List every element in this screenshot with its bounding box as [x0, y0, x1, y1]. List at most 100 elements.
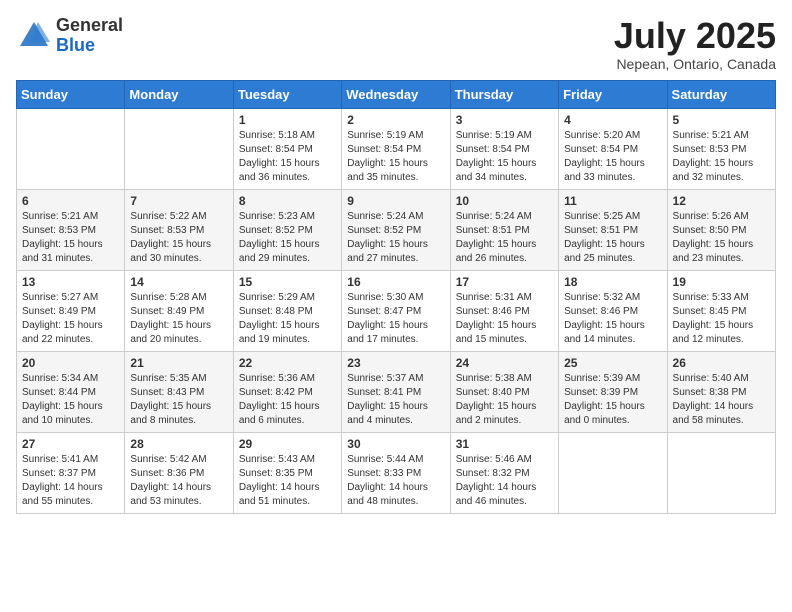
- calendar-cell: 25 Sunrise: 5:39 AMSunset: 8:39 PMDayligh…: [559, 351, 667, 432]
- logo-general-text: General: [56, 16, 123, 36]
- day-number: 7: [130, 194, 227, 208]
- day-number: 9: [347, 194, 444, 208]
- calendar-cell: 16Sunrise: 5:30 AMSunset: 8:47 PMDayligh…: [342, 270, 450, 351]
- day-info: Sunrise: 5:46 AMSunset: 8:32 PMDaylight:…: [456, 453, 553, 509]
- day-number: 4: [564, 113, 661, 127]
- day-info: Sunrise: 5:18 AMSunset: 8:54 PMDaylight:…: [239, 129, 336, 185]
- calendar-cell: 14 Sunrise: 5:28 AMSunset: 8:49 PMDayligh…: [125, 270, 233, 351]
- day-number: 12: [673, 194, 770, 208]
- day-info: Sunrise: 5:19 AMSunset: 8:54 PMDaylight:…: [456, 129, 553, 185]
- calendar-cell: 20Sunrise: 5:34 AMSunset: 8:44 PMDayligh…: [17, 351, 125, 432]
- calendar-cell: [667, 432, 775, 513]
- day-number: 27: [22, 437, 119, 451]
- day-number: 13: [22, 275, 119, 289]
- weekday-header-monday: Monday: [125, 80, 233, 108]
- calendar-cell: 28Sunrise: 5:42 AMSunset: 8:36 PMDayligh…: [125, 432, 233, 513]
- calendar-cell: 2 Sunrise: 5:19 AMSunset: 8:54 PMDaylight…: [342, 108, 450, 189]
- day-info: Sunrise: 5:41 AMSunset: 8:37 PMDaylight:…: [22, 453, 119, 509]
- calendar-cell: 17 Sunrise: 5:31 AMSunset: 8:46 PMDayligh…: [450, 270, 558, 351]
- logo-blue-text: Blue: [56, 36, 123, 56]
- day-number: 20: [22, 356, 119, 370]
- day-number: 31: [456, 437, 553, 451]
- day-number: 5: [673, 113, 770, 127]
- calendar-cell: 1Sunrise: 5:18 AMSunset: 8:54 PMDaylight…: [233, 108, 341, 189]
- day-info: Sunrise: 5:44 AMSunset: 8:33 PMDaylight:…: [347, 453, 444, 509]
- day-info: Sunrise: 5:42 AMSunset: 8:36 PMDaylight:…: [130, 453, 227, 509]
- day-info: Sunrise: 5:20 AMSunset: 8:54 PMDaylight:…: [564, 129, 661, 185]
- logo: General Blue: [16, 16, 123, 56]
- day-number: 26: [673, 356, 770, 370]
- calendar-week-5: 27 Sunrise: 5:41 AMSunset: 8:37 PMDayligh…: [17, 432, 776, 513]
- calendar-cell: [125, 108, 233, 189]
- day-info: Sunrise: 5:31 AMSunset: 8:46 PMDaylight:…: [456, 291, 553, 347]
- calendar-cell: [17, 108, 125, 189]
- calendar-cell: 29 Sunrise: 5:43 AMSunset: 8:35 PMDayligh…: [233, 432, 341, 513]
- calendar-cell: 10Sunrise: 5:24 AMSunset: 8:51 PMDayligh…: [450, 189, 558, 270]
- day-info: Sunrise: 5:27 AMSunset: 8:49 PMDaylight:…: [22, 291, 119, 347]
- day-info: Sunrise: 5:28 AMSunset: 8:49 PMDaylight:…: [130, 291, 227, 347]
- logo-icon: [16, 18, 52, 54]
- calendar-week-3: 13 Sunrise: 5:27 AMSunset: 8:49 PMDayligh…: [17, 270, 776, 351]
- logo-text: General Blue: [56, 16, 123, 56]
- calendar-cell: 7Sunrise: 5:22 AMSunset: 8:53 PMDaylight…: [125, 189, 233, 270]
- day-number: 24: [456, 356, 553, 370]
- calendar-cell: 18 Sunrise: 5:32 AMSunset: 8:46 PMDayligh…: [559, 270, 667, 351]
- day-number: 16: [347, 275, 444, 289]
- day-number: 18: [564, 275, 661, 289]
- day-info: Sunrise: 5:21 AMSunset: 8:53 PMDaylight:…: [673, 129, 770, 185]
- day-info: Sunrise: 5:38 AMSunset: 8:40 PMDaylight:…: [456, 372, 553, 428]
- day-info: Sunrise: 5:36 AMSunset: 8:42 PMDaylight:…: [239, 372, 336, 428]
- day-number: 23: [347, 356, 444, 370]
- calendar-cell: 12 Sunrise: 5:26 AMSunset: 8:50 PMDayligh…: [667, 189, 775, 270]
- calendar-cell: 9Sunrise: 5:24 AMSunset: 8:52 PMDaylight…: [342, 189, 450, 270]
- day-number: 14: [130, 275, 227, 289]
- calendar-cell: 30Sunrise: 5:44 AMSunset: 8:33 PMDayligh…: [342, 432, 450, 513]
- day-info: Sunrise: 5:33 AMSunset: 8:45 PMDaylight:…: [673, 291, 770, 347]
- day-info: Sunrise: 5:25 AMSunset: 8:51 PMDaylight:…: [564, 210, 661, 266]
- calendar-cell: 26Sunrise: 5:40 AMSunset: 8:38 PMDayligh…: [667, 351, 775, 432]
- weekday-header-wednesday: Wednesday: [342, 80, 450, 108]
- calendar-cell: 22 Sunrise: 5:36 AMSunset: 8:42 PMDayligh…: [233, 351, 341, 432]
- day-number: 8: [239, 194, 336, 208]
- day-info: Sunrise: 5:19 AMSunset: 8:54 PMDaylight:…: [347, 129, 444, 185]
- calendar-cell: 6 Sunrise: 5:21 AMSunset: 8:53 PMDaylight…: [17, 189, 125, 270]
- calendar-cell: 27 Sunrise: 5:41 AMSunset: 8:37 PMDayligh…: [17, 432, 125, 513]
- day-info: Sunrise: 5:39 AMSunset: 8:39 PMDaylight:…: [564, 372, 661, 428]
- day-number: 25: [564, 356, 661, 370]
- day-info: Sunrise: 5:43 AMSunset: 8:35 PMDaylight:…: [239, 453, 336, 509]
- calendar-cell: 11Sunrise: 5:25 AMSunset: 8:51 PMDayligh…: [559, 189, 667, 270]
- page-header: General Blue July 2025 Nepean, Ontario, …: [16, 16, 776, 72]
- day-number: 21: [130, 356, 227, 370]
- day-info: Sunrise: 5:26 AMSunset: 8:50 PMDaylight:…: [673, 210, 770, 266]
- calendar-week-4: 20Sunrise: 5:34 AMSunset: 8:44 PMDayligh…: [17, 351, 776, 432]
- day-info: Sunrise: 5:35 AMSunset: 8:43 PMDaylight:…: [130, 372, 227, 428]
- weekday-header-sunday: Sunday: [17, 80, 125, 108]
- calendar-cell: 3 Sunrise: 5:19 AMSunset: 8:54 PMDaylight…: [450, 108, 558, 189]
- weekday-header-row: SundayMondayTuesdayWednesdayThursdayFrid…: [17, 80, 776, 108]
- day-number: 17: [456, 275, 553, 289]
- day-number: 29: [239, 437, 336, 451]
- weekday-header-saturday: Saturday: [667, 80, 775, 108]
- calendar-cell: 15 Sunrise: 5:29 AMSunset: 8:48 PMDayligh…: [233, 270, 341, 351]
- calendar-table: SundayMondayTuesdayWednesdayThursdayFrid…: [16, 80, 776, 514]
- day-info: Sunrise: 5:21 AMSunset: 8:53 PMDaylight:…: [22, 210, 119, 266]
- day-number: 22: [239, 356, 336, 370]
- day-info: Sunrise: 5:32 AMSunset: 8:46 PMDaylight:…: [564, 291, 661, 347]
- calendar-cell: 31 Sunrise: 5:46 AMSunset: 8:32 PMDayligh…: [450, 432, 558, 513]
- day-number: 3: [456, 113, 553, 127]
- calendar-cell: 5 Sunrise: 5:21 AMSunset: 8:53 PMDaylight…: [667, 108, 775, 189]
- day-info: Sunrise: 5:23 AMSunset: 8:52 PMDaylight:…: [239, 210, 336, 266]
- day-number: 19: [673, 275, 770, 289]
- weekday-header-tuesday: Tuesday: [233, 80, 341, 108]
- weekday-header-friday: Friday: [559, 80, 667, 108]
- weekday-header-thursday: Thursday: [450, 80, 558, 108]
- location-subtitle: Nepean, Ontario, Canada: [614, 56, 776, 72]
- day-number: 6: [22, 194, 119, 208]
- day-number: 2: [347, 113, 444, 127]
- calendar-cell: 21 Sunrise: 5:35 AMSunset: 8:43 PMDayligh…: [125, 351, 233, 432]
- calendar-week-1: 1Sunrise: 5:18 AMSunset: 8:54 PMDaylight…: [17, 108, 776, 189]
- day-info: Sunrise: 5:29 AMSunset: 8:48 PMDaylight:…: [239, 291, 336, 347]
- calendar-cell: 24 Sunrise: 5:38 AMSunset: 8:40 PMDayligh…: [450, 351, 558, 432]
- day-number: 15: [239, 275, 336, 289]
- day-number: 10: [456, 194, 553, 208]
